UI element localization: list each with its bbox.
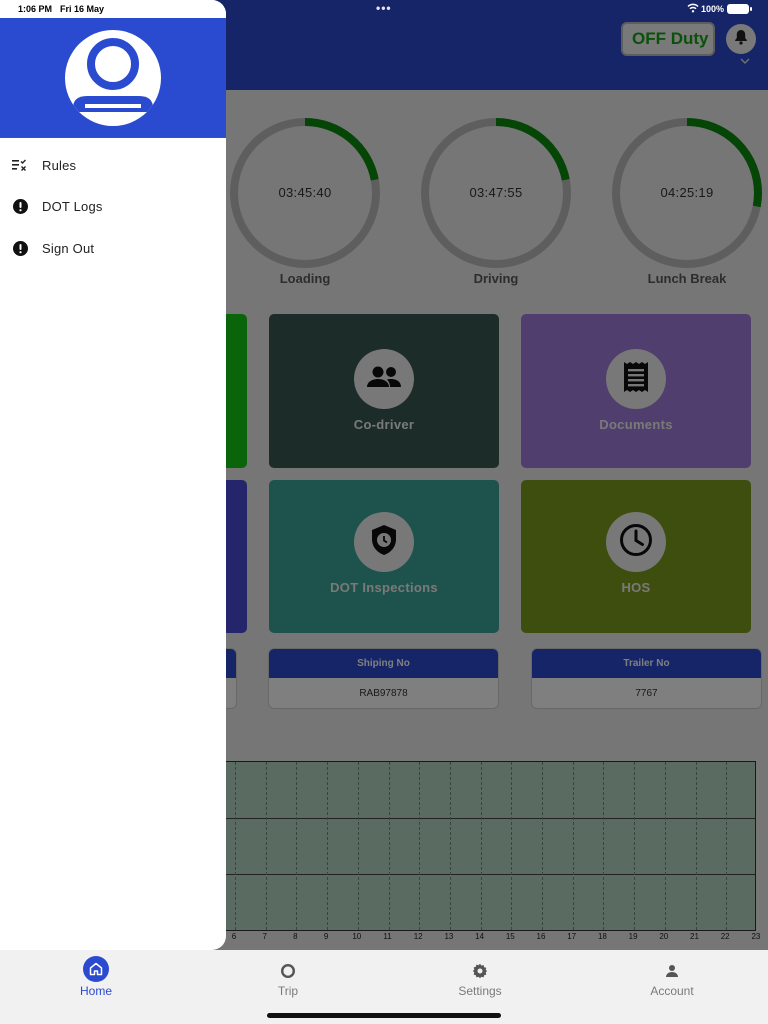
drawer-item-sign-out[interactable]: Sign Out xyxy=(0,228,226,268)
gear-icon xyxy=(469,960,491,982)
person-icon xyxy=(661,960,683,982)
trip-circle-icon xyxy=(277,960,299,982)
battery-tip xyxy=(750,7,752,11)
nav-label: Account xyxy=(650,984,694,998)
battery-icon xyxy=(727,4,749,14)
status-time: 1:06 PM xyxy=(18,4,53,14)
avatar[interactable] xyxy=(65,30,161,126)
nav-trip[interactable]: Trip xyxy=(192,950,384,1010)
nav-settings[interactable]: Settings xyxy=(384,950,576,1010)
alert-circle-icon xyxy=(12,198,28,214)
drawer-item-rules[interactable]: Rules xyxy=(0,145,226,185)
drawer-item-label: DOT Logs xyxy=(42,198,103,214)
drawer-header xyxy=(0,18,226,138)
drawer-item-label: Sign Out xyxy=(42,240,95,256)
drawer-status-strip: 1:06 PM Fri 16 May xyxy=(0,0,226,18)
alert-circle-icon xyxy=(12,240,28,256)
user-avatar-icon xyxy=(65,38,161,126)
nav-home[interactable]: Home xyxy=(0,950,192,1010)
nav-label: Trip xyxy=(277,984,299,998)
nav-account[interactable]: Account xyxy=(576,950,768,1010)
multitasking-dots[interactable]: ••• xyxy=(376,1,392,15)
status-date: Fri 16 May xyxy=(60,4,105,14)
nav-label: Settings xyxy=(458,984,502,998)
drawer-item-label: Rules xyxy=(42,157,77,173)
home-indicator xyxy=(267,1013,501,1018)
side-drawer: 1:06 PM Fri 16 May Rules DOT Logs Sign O… xyxy=(0,0,226,950)
nav-label: Home xyxy=(79,984,112,998)
wifi-icon xyxy=(687,3,699,15)
rules-checklist-icon xyxy=(12,157,28,173)
home-icon xyxy=(83,956,109,982)
drawer-item-dot-logs[interactable]: DOT Logs xyxy=(0,186,226,226)
battery-percent: 100% xyxy=(701,4,725,14)
